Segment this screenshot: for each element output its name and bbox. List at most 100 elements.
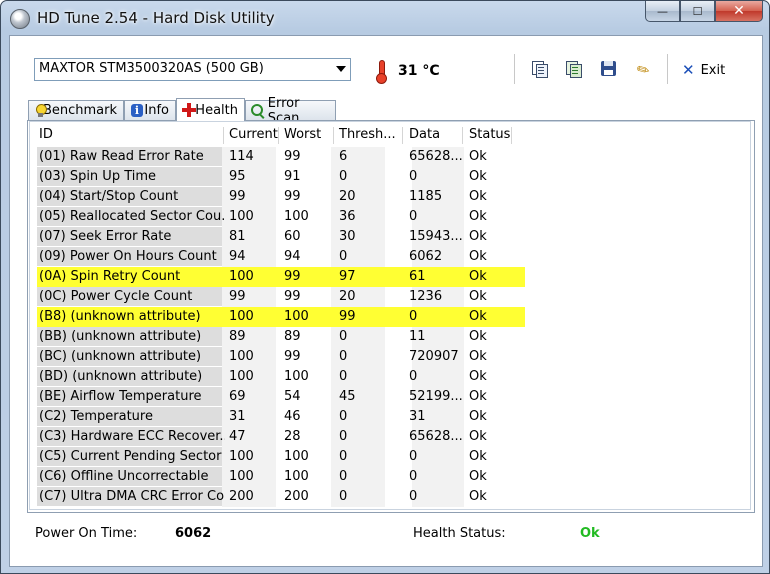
column-header-id[interactable]: ID <box>39 127 53 145</box>
cell-data: 0 <box>409 209 418 224</box>
cell-worst: 100 <box>284 309 309 324</box>
thermometer-icon <box>376 60 387 84</box>
cell-worst: 100 <box>284 449 309 464</box>
cell-worst: 99 <box>284 349 301 364</box>
cell-status: Ok <box>469 189 487 204</box>
cell-threshold: 20 <box>339 289 356 304</box>
tab-health[interactable]: Health <box>176 98 245 121</box>
save-icon[interactable] <box>599 60 619 78</box>
cell-data: 0 <box>409 369 418 384</box>
cell-id: (C7) Ultra DMA CRC Error Co... <box>39 489 225 504</box>
tab-error-scan[interactable]: Error Scan <box>245 96 336 126</box>
table-row[interactable]: (04) Start/Stop Count 99 99 20 1185 Ok <box>37 187 525 207</box>
cell-id: (BC) (unknown attribute) <box>39 349 202 364</box>
cell-current: 99 <box>229 189 246 204</box>
options-icon[interactable]: ✎ <box>633 59 655 81</box>
cell-data: 0 <box>409 449 418 464</box>
copy-screenshot-icon[interactable] <box>563 60 583 78</box>
cell-worst: 94 <box>284 249 301 264</box>
cell-data: 6062 <box>409 249 443 264</box>
cell-threshold: 30 <box>339 229 356 244</box>
exit-x-icon: ✕ <box>682 61 695 79</box>
cell-worst: 46 <box>284 409 301 424</box>
cell-threshold: 36 <box>339 209 356 224</box>
column-header-data[interactable]: Data <box>409 127 440 145</box>
column-header-worst[interactable]: Worst <box>284 127 321 145</box>
cell-current: 31 <box>229 409 246 424</box>
table-row[interactable]: (05) Reallocated Sector Cou... 100 100 36 0 O… <box>37 207 525 227</box>
table-row[interactable]: (0C) Power Cycle Count 99 99 20 1236 Ok <box>37 287 525 307</box>
app-window: HD Tune 2.54 - Hard Disk Utility — ☐ ✕ M… <box>0 0 770 574</box>
cell-status: Ok <box>469 149 487 164</box>
cell-data: 65628... <box>409 429 463 444</box>
tab-info[interactable]: i Info <box>124 100 176 120</box>
cell-data: 0 <box>409 169 418 184</box>
cell-worst: 91 <box>284 169 301 184</box>
table-row[interactable]: (C5) Current Pending Sector 100 100 0 0 Ok <box>37 447 525 467</box>
cell-status: Ok <box>469 429 487 444</box>
copy-text-icon[interactable] <box>529 60 549 78</box>
cell-current: 47 <box>229 429 246 444</box>
cell-data: 31 <box>409 409 426 424</box>
tab-benchmark[interactable]: Benchmark <box>28 100 124 120</box>
table-row[interactable]: (C6) Offline Uncorrectable 100 100 0 0 Ok <box>37 467 525 487</box>
cell-data: 65628... <box>409 149 463 164</box>
cell-status: Ok <box>469 289 487 304</box>
column-header-threshold[interactable]: Thresh... <box>339 127 396 145</box>
cell-id: (0A) Spin Retry Count <box>39 269 181 284</box>
cell-current: 100 <box>229 469 254 484</box>
cell-threshold: 0 <box>339 489 348 504</box>
cell-threshold: 0 <box>339 409 348 424</box>
cell-id: (0C) Power Cycle Count <box>39 289 193 304</box>
cell-data: 0 <box>409 309 418 324</box>
cell-id: (04) Start/Stop Count <box>39 189 179 204</box>
cell-worst: 100 <box>284 209 309 224</box>
cell-id: (03) Spin Up Time <box>39 169 157 184</box>
table-row[interactable]: (BD) (unknown attribute) 100 100 0 0 Ok <box>37 367 525 387</box>
cell-current: 114 <box>229 149 254 164</box>
maximize-button[interactable]: ☐ <box>680 1 715 22</box>
cell-threshold: 97 <box>339 269 356 284</box>
table-row[interactable]: (BC) (unknown attribute) 100 99 0 720907 Ok <box>37 347 525 367</box>
cell-status: Ok <box>469 449 487 464</box>
exit-button[interactable]: ✕ Exit <box>682 59 725 81</box>
column-header-current[interactable]: Current <box>229 127 278 145</box>
table-row[interactable]: (BE) Airflow Temperature 69 54 45 52199... Ok <box>37 387 525 407</box>
cell-data: 1236 <box>409 289 443 304</box>
table-row[interactable]: (09) Power On Hours Count 94 94 0 6062 Ok <box>37 247 525 267</box>
cell-id: (C5) Current Pending Sector <box>39 449 222 464</box>
cell-status: Ok <box>469 329 487 344</box>
table-row[interactable]: (0A) Spin Retry Count 100 99 97 61 Ok <box>37 267 525 287</box>
table-row[interactable]: (C3) Hardware ECC Recover... 47 28 0 65628..… <box>37 427 525 447</box>
table-row[interactable]: (07) Seek Error Rate 81 60 30 15943... Ok <box>37 227 525 247</box>
column-header-status[interactable]: Status <box>469 127 510 145</box>
window-title: HD Tune 2.54 - Hard Disk Utility <box>37 9 275 27</box>
title-bar[interactable]: HD Tune 2.54 - Hard Disk Utility — ☐ ✕ <box>1 1 769 35</box>
cell-status: Ok <box>469 249 487 264</box>
drive-dropdown[interactable]: MAXTOR STM3500320AS (500 GB) <box>34 58 351 81</box>
cell-id: (07) Seek Error Rate <box>39 229 172 244</box>
health-status-label: Health Status: <box>413 526 506 541</box>
close-button[interactable]: ✕ <box>715 1 763 22</box>
cell-status: Ok <box>469 469 487 484</box>
table-row[interactable]: (BB) (unknown attribute) 89 89 0 11 Ok <box>37 327 525 347</box>
cell-status: Ok <box>469 169 487 184</box>
toolbar-separator <box>667 54 669 84</box>
cell-current: 94 <box>229 249 246 264</box>
table-row[interactable]: (03) Spin Up Time 95 91 0 0 Ok <box>37 167 525 187</box>
cell-current: 100 <box>229 269 254 284</box>
chevron-down-icon[interactable] <box>336 66 346 72</box>
table-row[interactable]: (01) Raw Read Error Rate 114 99 6 65628... Ok <box>37 147 525 167</box>
cell-current: 200 <box>229 489 254 504</box>
cell-current: 99 <box>229 289 246 304</box>
cell-worst: 60 <box>284 229 301 244</box>
table-row[interactable]: (B8) (unknown attribute) 100 100 99 0 Ok <box>37 307 525 327</box>
cell-threshold: 0 <box>339 329 348 344</box>
smart-attributes-table[interactable]: ID Current Worst Thresh... Data Status (… <box>29 121 751 510</box>
minimize-button[interactable]: — <box>645 1 680 22</box>
table-row[interactable]: (C7) Ultra DMA CRC Error Co... 200 200 0 0 Ok <box>37 487 525 507</box>
tab-label: Health <box>195 102 238 118</box>
table-row[interactable]: (C2) Temperature 31 46 0 31 Ok <box>37 407 525 427</box>
cell-current: 69 <box>229 389 246 404</box>
cell-data: 0 <box>409 469 418 484</box>
